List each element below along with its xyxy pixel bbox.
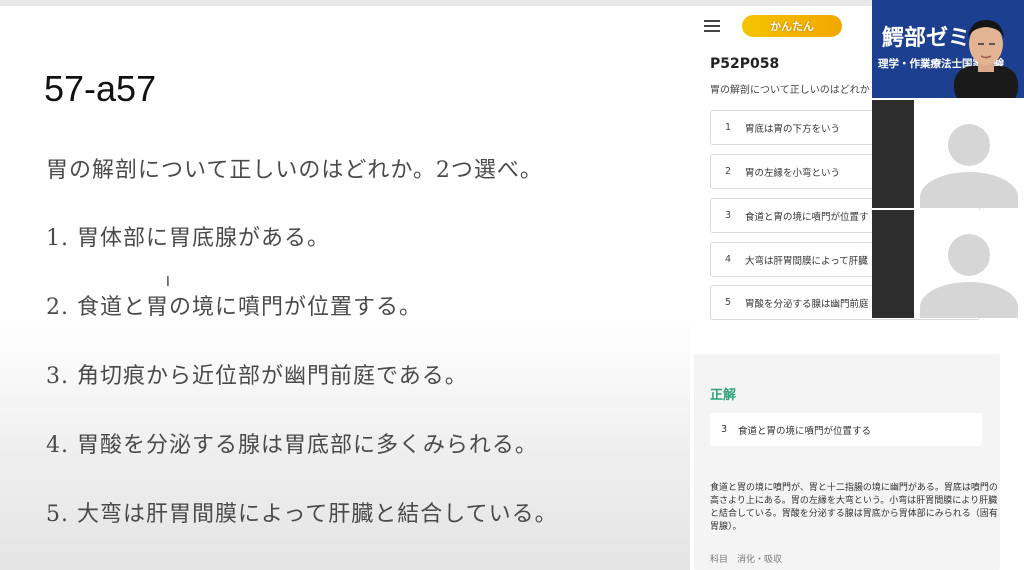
choice-number: 5	[724, 297, 732, 308]
panel-question: 胃の解剖について正しいのはどれか	[710, 85, 870, 96]
correct-answer: 3 食道と胃の境に噴門が位置する	[710, 413, 982, 446]
subject-category: 科目 消化・吸収	[710, 555, 783, 565]
question-code: P52P058	[710, 56, 780, 72]
answer-box: 正解 3 食道と胃の境に噴門が位置する 食道と胃の境に噴門が、胃と十二指腸の境に…	[694, 354, 1000, 570]
avatar-icon	[948, 124, 990, 166]
avatar-body-icon	[920, 282, 1018, 318]
choice-text: 胃の左縁を小弯という	[745, 167, 841, 179]
participant-placeholder	[914, 210, 1024, 318]
answer-text: 食道と胃の境に噴門が位置する	[738, 425, 872, 437]
slide-option-1: 1. 胃体部に胃底腺がある。	[46, 226, 330, 251]
app-logo[interactable]: かんたん	[742, 15, 842, 37]
slide-question: 胃の解剖について正しいのはどれか。2つ選べ。	[46, 158, 543, 183]
presenter-image	[954, 20, 1018, 98]
text-cursor-icon: I	[166, 275, 170, 290]
avatar-icon	[948, 234, 990, 276]
choice-number: 3	[724, 210, 732, 221]
slide-option-3: 3. 角切痕から近位部が幽門前庭である。	[46, 364, 468, 389]
answer-heading: 正解	[710, 388, 737, 403]
presentation-slide: 57-a57 胃の解剖について正しいのはどれか。2つ選べ。 1. 胃体部に胃底腺…	[0, 6, 690, 570]
slide-option-2: 2. 食道と胃の境に噴門が位置する。	[46, 295, 422, 320]
participant-video-tile	[872, 100, 1024, 208]
answer-number: 3	[720, 424, 728, 435]
slide-title: 57-a57	[44, 68, 157, 109]
answer-explanation: 食道と胃の境に噴門が、胃と十二指腸の境に幽門がある。胃底は噴門の高さより上にある…	[710, 483, 998, 532]
hamburger-menu-icon[interactable]	[704, 20, 720, 32]
choice-number: 2	[724, 166, 732, 177]
choice-text: 胃底は胃の下方をいう	[745, 123, 841, 135]
participant-placeholder	[914, 100, 1024, 208]
choice-number: 4	[724, 254, 732, 265]
presenter-video-tile: 鰐部ゼミ 理学・作業療法士国家試験	[872, 0, 1024, 98]
choice-text: 大弯は肝胃間膜によって肝臓	[745, 255, 868, 267]
participant-video-tile	[872, 210, 1024, 318]
choice-number: 1	[724, 122, 732, 133]
choice-text: 食道と胃の境に噴門が位置す	[745, 211, 869, 223]
avatar-body-icon	[920, 172, 1018, 208]
slide-option-5: 5. 大弯は肝胃間膜によって肝臓と結合している。	[46, 502, 558, 527]
slide-option-4: 4. 胃酸を分泌する腺は胃底部に多くみられる。	[46, 433, 538, 458]
choice-text: 胃酸を分泌する腺は幽門前庭	[745, 298, 869, 310]
